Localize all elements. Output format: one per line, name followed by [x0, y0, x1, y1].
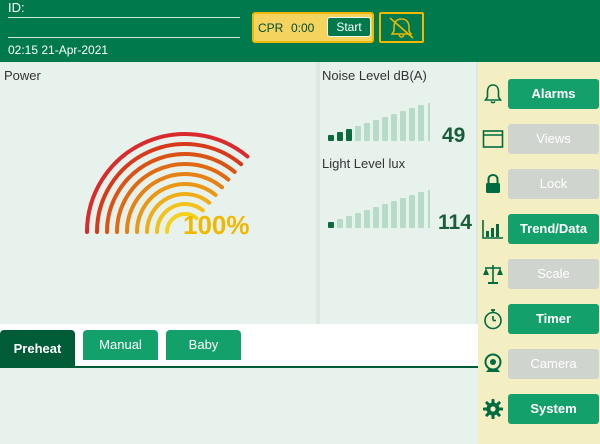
light-level-bar	[418, 192, 424, 228]
patient-id-field-line-2	[8, 37, 240, 38]
sidebar: Alarms Views Lock Trend/Data Scale Timer	[478, 62, 600, 444]
alarms-button[interactable]: Alarms	[508, 79, 599, 109]
tab-baby[interactable]: Baby	[166, 330, 241, 360]
light-level-bar	[400, 198, 406, 228]
bar-chart-icon	[482, 220, 503, 239]
levels-panel: Noise Level dB(A) 49 Light Level lux 114	[320, 62, 476, 324]
system-button[interactable]: System	[508, 394, 599, 424]
light-level-bar	[355, 213, 361, 228]
views-button[interactable]: Views	[508, 124, 599, 154]
noise-level-bar	[337, 132, 343, 141]
noise-level-bar	[391, 114, 397, 141]
noise-level-bar	[382, 117, 388, 141]
gear-icon	[483, 399, 503, 419]
light-level-bar	[364, 210, 370, 228]
light-level-value: 114	[438, 211, 472, 234]
noise-level-bar	[355, 126, 361, 141]
light-level-bar	[382, 204, 388, 228]
tab-preheat[interactable]: Preheat	[0, 330, 75, 368]
light-level-title: Light Level lux	[322, 156, 406, 171]
cpr-panel: CPR 0:00 Start	[252, 12, 374, 43]
lock-button[interactable]: Lock	[508, 169, 599, 199]
level-bar-meters	[328, 103, 430, 228]
noise-level-bar	[418, 105, 424, 141]
light-level-bar	[328, 222, 334, 228]
light-level-bar	[346, 216, 352, 228]
noise-level-bar	[364, 123, 370, 141]
mode-tabs: Preheat Manual Baby	[0, 324, 478, 368]
power-arc-gauge	[85, 132, 250, 234]
timer-button[interactable]: Timer	[508, 304, 599, 334]
window-icon	[482, 130, 504, 148]
noise-level-bar	[328, 135, 334, 141]
light-level-bar	[373, 207, 379, 228]
cpr-start-button[interactable]: Start	[327, 17, 371, 37]
scale-icon	[483, 265, 503, 284]
light-level-bar	[337, 219, 343, 228]
patient-id-field-line[interactable]	[8, 17, 240, 18]
noise-level-bar	[373, 120, 379, 141]
power-panel: Power 100%	[0, 62, 316, 324]
camera-button[interactable]: Camera	[508, 349, 599, 379]
lock-icon	[486, 173, 500, 193]
trend-data-button[interactable]: Trend/Data	[508, 214, 599, 244]
light-level-bar	[391, 201, 397, 228]
light-level-bar	[409, 195, 415, 228]
noise-level-bar	[346, 129, 352, 141]
scale-button[interactable]: Scale	[508, 259, 599, 289]
alarm-silence-button[interactable]	[379, 12, 424, 43]
cpr-label: CPR	[258, 21, 284, 35]
top-bar: ID: 02:15 21-Apr-2021 CPR 0:00 Start	[0, 0, 600, 62]
webcam-icon	[484, 353, 502, 372]
datetime-display: 02:15 21-Apr-2021	[8, 43, 109, 57]
tab-manual[interactable]: Manual	[83, 330, 158, 360]
stopwatch-icon	[484, 309, 502, 330]
power-value: 100%	[183, 210, 250, 240]
bell-slash-icon	[389, 17, 414, 39]
bell-icon	[484, 84, 502, 104]
cpr-timer: 0:00	[291, 21, 315, 35]
noise-level-value: 49	[442, 124, 466, 147]
patient-id-label: ID:	[8, 0, 25, 15]
tab-content-area	[0, 368, 478, 444]
noise-level-bar	[409, 108, 415, 141]
noise-level-bar	[400, 111, 406, 141]
